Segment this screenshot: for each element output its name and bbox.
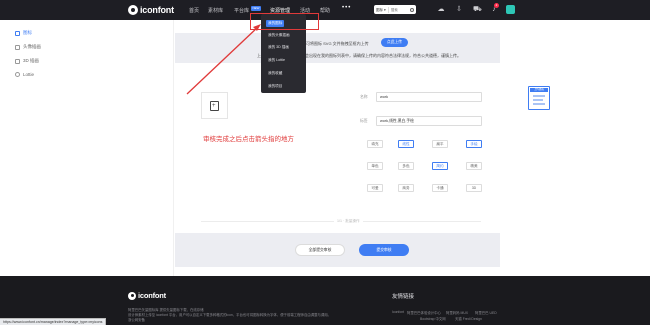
search-icon[interactable] [410,7,414,12]
friend-link[interactable]: 阿里妈妈 MUX [446,310,468,315]
name-label: 名称 [360,95,368,99]
sidebar-item-icons[interactable]: 图标 [15,30,32,36]
new-badge: NEW [251,6,261,11]
chip-3d[interactable]: 3D [466,184,482,192]
footer-description-2: 设计师素材上传至 iconfont 平台，用户可以自定义下载多种格式的icon，… [128,313,332,317]
chip-business[interactable]: 商务 [398,184,414,192]
sidebar-item-lottie[interactable]: Lottie [15,72,34,77]
footer-logo-text: iconfont [138,291,166,300]
friend-link[interactable]: 天猫 Fredi Design [455,316,482,321]
float-line [533,99,543,101]
dropdown-item-my-lottie[interactable]: 我的 Lottie [268,58,285,63]
logo-text: iconfont [140,5,174,15]
icon-category-icon [15,30,20,36]
friend-link[interactable]: 阿里巴巴体验设计中心 [407,310,441,315]
tags-label: 标签 [360,119,368,123]
upload-float-card[interactable]: 上传图标 [528,86,550,110]
dropdown-item-my-projects[interactable]: 我的项目 [268,84,282,89]
chip-mono[interactable]: 单色 [367,162,383,170]
site-logo[interactable]: iconfont [128,4,174,16]
iconfont-logo-icon [128,291,136,300]
friend-links-title: 友情链接 [392,294,415,300]
dropdown-item-my-avatar[interactable]: 我的头像插画 [268,33,290,38]
upload-button[interactable]: 点此上传 [381,38,408,47]
float-line [533,103,545,105]
chip-exquisite[interactable]: 精美 [466,162,482,170]
friend-link[interactable]: 阿里巴巴 UED [475,310,497,315]
chip-cartoon[interactable]: 卡通 [432,184,448,192]
notification-count-badge: 2 [494,3,499,8]
submit-all-button[interactable]: 全部提交审核 [295,244,345,256]
float-card-title: 上传图标 [530,88,548,92]
file-icon [210,101,219,111]
search-input[interactable] [388,7,407,12]
cart-icon[interactable]: ⛟ [473,5,482,14]
divider-text: 1/1 · 批量操作 [334,219,363,224]
sidebar-item-label: 3D 插画 [23,58,40,63]
tags-field[interactable]: work,线性,黑白,手绘 [376,116,482,126]
nav-home[interactable]: 首页 [189,7,199,14]
footer-description-3: 浙公网安备 [128,318,145,322]
avatar[interactable] [506,5,515,14]
nav-help[interactable]: 帮助 [320,7,330,14]
chip-flat[interactable]: 扁平 [432,140,448,148]
download-icon[interactable]: ⇩ [455,5,463,14]
footer-logo[interactable]: iconfont [128,291,166,300]
cube-icon [15,58,20,64]
dropdown-item-my-3d[interactable]: 我的 3D 插画 [268,45,289,50]
browser-status-bar: https://www.iconfont.cn/manage/index?man… [0,318,107,325]
nav-library[interactable]: 素材库 [208,7,223,14]
chip-handdrawn[interactable]: 手绘 [466,140,482,148]
annotation-highlight-box [250,13,319,30]
nav-platform[interactable]: 平台库 [234,7,249,14]
search-bar[interactable]: 图标 ▾ [374,5,416,14]
chip-fill[interactable]: 填充 [367,140,383,148]
icon-preview[interactable] [201,92,228,119]
annotation-text: 审核完成之后点击箭头指的地方 [203,136,294,143]
dropdown-item-my-favorites[interactable]: 我的收藏 [268,71,282,76]
friend-link[interactable]: Iconfont [392,310,404,314]
chip-simple[interactable]: 简约 [432,162,448,170]
chip-line[interactable]: 线性 [398,140,414,148]
image-icon [15,44,20,50]
float-line [533,95,545,97]
sidebar-item-avatar-illustration[interactable]: 头像插画 [15,44,41,50]
sidebar-item-label: 头像插画 [23,44,41,49]
search-type-select[interactable]: 图标 ▾ [374,6,389,13]
sidebar [120,20,174,276]
lottie-icon [15,72,20,77]
iconfont-logo-icon [128,5,138,15]
chip-cute[interactable]: 可爱 [367,184,383,192]
upload-cloud-icon[interactable]: ☁ [437,5,445,14]
banner-drag-hint: 可将图标 SVG 文件拖拽至框内上传 [306,41,369,46]
more-menu-icon[interactable]: ••• [342,5,351,11]
sidebar-item-label: 图标 [23,30,32,35]
chip-multi[interactable]: 多色 [398,162,414,170]
submit-review-button[interactable]: 提交审核 [359,244,409,256]
name-field[interactable]: work [376,92,482,102]
sidebar-item-3d[interactable]: 3D 插画 [15,58,39,64]
friend-link[interactable]: Bootstrap 中文网 [420,316,446,321]
sidebar-item-label: Lottie [23,72,35,77]
